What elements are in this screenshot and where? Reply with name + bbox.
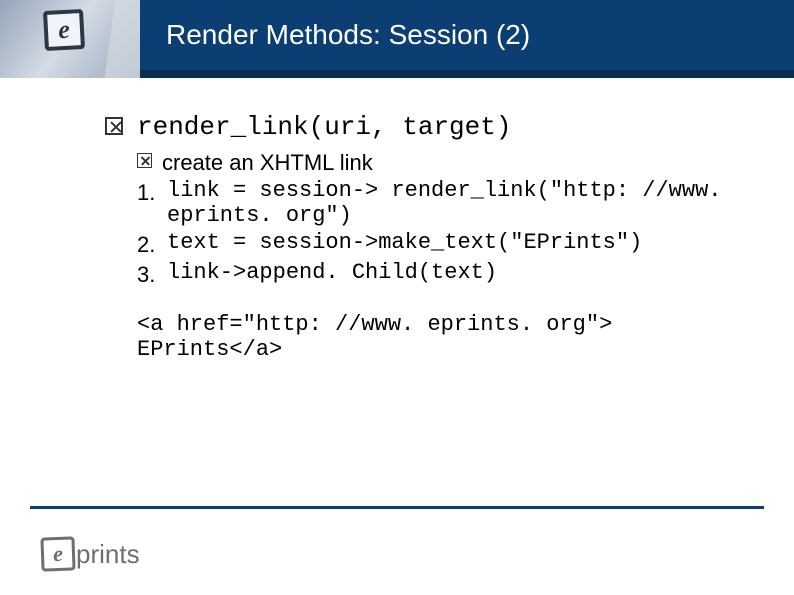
title-bar: Render Methods: Session (2): [140, 0, 794, 78]
slide-content: render_link(uri, target) create an XHTML…: [105, 112, 734, 362]
output-line: EPrints</a>: [137, 337, 734, 362]
step-item: 2. text = session->make_text("EPrints"): [137, 230, 734, 258]
main-bullet: render_link(uri, target): [105, 112, 734, 142]
footer-brand: prints: [76, 539, 140, 570]
function-signature: render_link(uri, target): [137, 112, 511, 142]
step-code: text = session->make_text("EPrints"): [167, 230, 642, 255]
checkbox-icon: [105, 117, 123, 135]
sub-bullet: create an XHTML link: [137, 150, 734, 176]
step-code: link = session-> render_link("http: //ww…: [167, 178, 734, 228]
footer-divider: [30, 506, 764, 509]
step-number: 2.: [137, 232, 159, 258]
eprints-badge-icon: e: [43, 9, 85, 51]
step-code: link->append. Child(text): [167, 260, 497, 285]
checkbox-icon: [137, 153, 152, 168]
output-snippet: <a href="http: //www. eprints. org"> EPr…: [137, 312, 734, 362]
slide-title: Render Methods: Session (2): [166, 19, 530, 51]
eprints-logo-icon: e: [40, 536, 75, 571]
step-number: 3.: [137, 262, 159, 288]
output-line: <a href="http: //www. eprints. org">: [137, 312, 734, 337]
slide: e Render Methods: Session (2) render_lin…: [0, 0, 794, 595]
sub-list: create an XHTML link 1. link = session->…: [137, 150, 734, 288]
step-number: 1.: [137, 180, 159, 206]
sub-description: create an XHTML link: [162, 150, 373, 176]
header-thumbnail: e: [0, 0, 140, 78]
step-item: 1. link = session-> render_link("http: /…: [137, 178, 734, 228]
slide-header: e Render Methods: Session (2): [0, 0, 794, 78]
step-item: 3. link->append. Child(text): [137, 260, 734, 288]
footer-logo: e prints: [40, 537, 140, 571]
